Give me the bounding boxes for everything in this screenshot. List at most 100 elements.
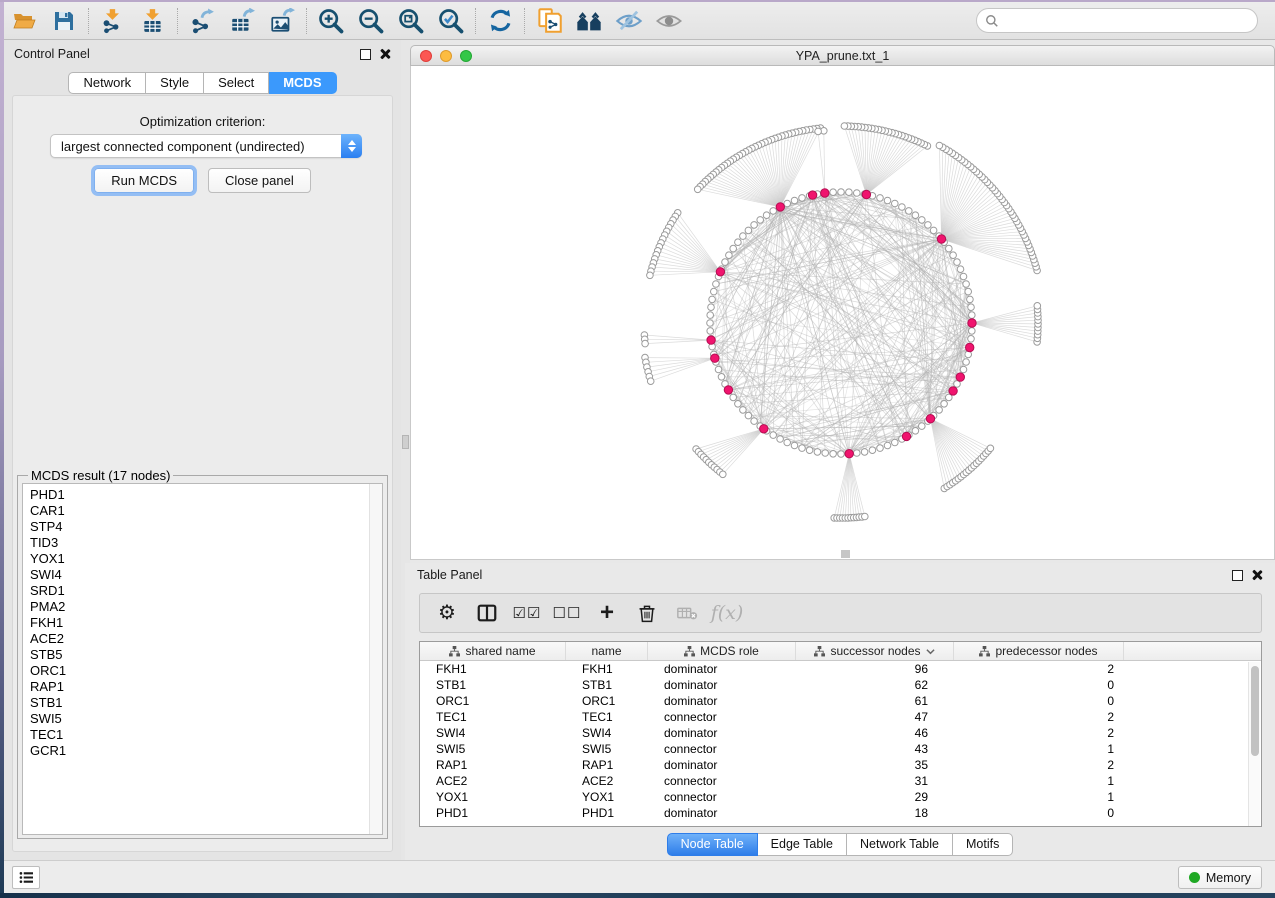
mcds-result-item[interactable]: SRD1 (30, 583, 382, 599)
network-node[interactable] (892, 200, 899, 207)
network-node[interactable] (770, 208, 777, 215)
network-node[interactable] (722, 259, 729, 266)
network-node[interactable] (830, 189, 837, 196)
table-row[interactable]: TEC1TEC1connector472 (420, 709, 1261, 725)
mcds-result-item[interactable]: CAR1 (30, 503, 382, 519)
network-node[interactable] (715, 366, 722, 373)
mcds-hub-node[interactable] (760, 425, 768, 433)
network-node[interactable] (763, 212, 770, 219)
network-node[interactable] (936, 142, 943, 149)
mcds-result-item[interactable]: STP4 (30, 519, 382, 535)
network-node[interactable] (936, 407, 943, 414)
mcds-result-item[interactable]: SWI5 (30, 711, 382, 727)
mcds-result-item[interactable]: STB1 (30, 695, 382, 711)
network-node[interactable] (1034, 303, 1041, 310)
mcds-hub-node[interactable] (821, 189, 829, 197)
network-node[interactable] (713, 281, 720, 288)
float-panel-icon[interactable] (360, 49, 371, 60)
network-node[interactable] (968, 336, 975, 343)
network-node[interactable] (969, 312, 976, 319)
tab-motifs[interactable]: Motifs (953, 833, 1013, 856)
table-row[interactable]: STB1STB1dominator620 (420, 677, 1261, 693)
network-node[interactable] (814, 449, 821, 456)
network-node[interactable] (791, 442, 798, 449)
network-node[interactable] (930, 227, 937, 234)
mcds-hub-node[interactable] (808, 191, 816, 199)
network-node[interactable] (740, 233, 747, 240)
table-row[interactable]: FKH1FKH1dominator962 (420, 661, 1261, 677)
scrollbar-thumb[interactable] (1251, 666, 1259, 756)
tab-network[interactable]: Network (68, 72, 146, 94)
network-node[interactable] (941, 401, 948, 408)
network-node[interactable] (968, 304, 975, 311)
clone-network-icon[interactable] (529, 4, 569, 38)
network-node[interactable] (784, 439, 791, 446)
network-node[interactable] (777, 436, 784, 443)
tab-select[interactable]: Select (204, 72, 269, 94)
network-node[interactable] (740, 407, 747, 414)
table-row[interactable]: SWI4SWI4dominator462 (420, 725, 1261, 741)
network-window-titlebar[interactable]: YPA_prune.txt_1 (410, 45, 1275, 66)
run-mcds-button[interactable]: Run MCDS (94, 168, 194, 193)
network-node[interactable] (647, 378, 654, 385)
mcds-hub-node[interactable] (862, 190, 870, 198)
network-node[interactable] (707, 320, 714, 327)
network-node[interactable] (770, 432, 777, 439)
mcds-hub-node[interactable] (845, 450, 853, 458)
network-node[interactable] (954, 259, 961, 266)
mcds-hub-node[interactable] (966, 343, 974, 351)
hide-selected-icon[interactable] (609, 4, 649, 38)
network-node[interactable] (963, 281, 970, 288)
export-image-icon[interactable] (262, 4, 302, 38)
network-node[interactable] (757, 217, 764, 224)
network-node[interactable] (957, 266, 964, 273)
splitter-handle[interactable] (402, 435, 409, 449)
network-node[interactable] (946, 245, 953, 252)
network-node[interactable] (965, 288, 972, 295)
tab-network-table[interactable]: Network Table (847, 833, 953, 856)
first-neighbors-icon[interactable] (569, 4, 609, 38)
network-node[interactable] (806, 447, 813, 454)
deselect-all-icon[interactable]: ☐☐ (550, 597, 584, 629)
zoom-selected-icon[interactable] (431, 4, 471, 38)
close-panel-icon[interactable] (379, 48, 391, 60)
show-all-icon[interactable] (649, 4, 689, 38)
table-row[interactable]: ACE2ACE2connector311 (420, 773, 1261, 789)
mcds-result-item[interactable]: PHD1 (30, 487, 382, 503)
network-node[interactable] (799, 445, 806, 452)
network-node[interactable] (854, 190, 861, 197)
network-node[interactable] (730, 394, 737, 401)
network-node[interactable] (925, 222, 932, 229)
table-vertical-scrollbar[interactable] (1248, 662, 1260, 826)
memory-button[interactable]: Memory (1178, 866, 1262, 889)
zoom-fit-icon[interactable] (391, 4, 431, 38)
mcds-hub-node[interactable] (902, 432, 910, 440)
network-node[interactable] (899, 204, 906, 211)
zoom-out-icon[interactable] (351, 4, 391, 38)
network-node[interactable] (791, 197, 798, 204)
column-header-successor-nodes[interactable]: successor nodes (796, 642, 954, 660)
network-node[interactable] (846, 189, 853, 196)
mcds-hub-node[interactable] (724, 386, 732, 394)
network-node[interactable] (884, 197, 891, 204)
delete-column-icon[interactable] (630, 597, 664, 629)
network-node[interactable] (642, 340, 649, 347)
table-row[interactable]: SWI5SWI5connector431 (420, 741, 1261, 757)
table-row[interactable]: YOX1YOX1connector291 (420, 789, 1261, 805)
network-node[interactable] (861, 449, 868, 456)
network-node[interactable] (745, 227, 752, 234)
zoom-in-icon[interactable] (311, 4, 351, 38)
import-network-icon[interactable] (93, 4, 133, 38)
column-header-shared-name[interactable]: shared name (420, 642, 566, 660)
network-node[interactable] (694, 186, 701, 193)
network-node[interactable] (830, 451, 837, 458)
close-table-panel-icon[interactable] (1251, 569, 1263, 581)
table-row[interactable]: RAP1RAP1dominator352 (420, 757, 1261, 773)
network-node[interactable] (815, 128, 822, 135)
search-box[interactable] (976, 8, 1258, 33)
mcds-result-item[interactable]: TEC1 (30, 727, 382, 743)
canvas-resize-handle[interactable] (841, 550, 850, 558)
network-node[interactable] (784, 200, 791, 207)
tab-node-table[interactable]: Node Table (667, 833, 758, 856)
network-node[interactable] (841, 123, 848, 130)
